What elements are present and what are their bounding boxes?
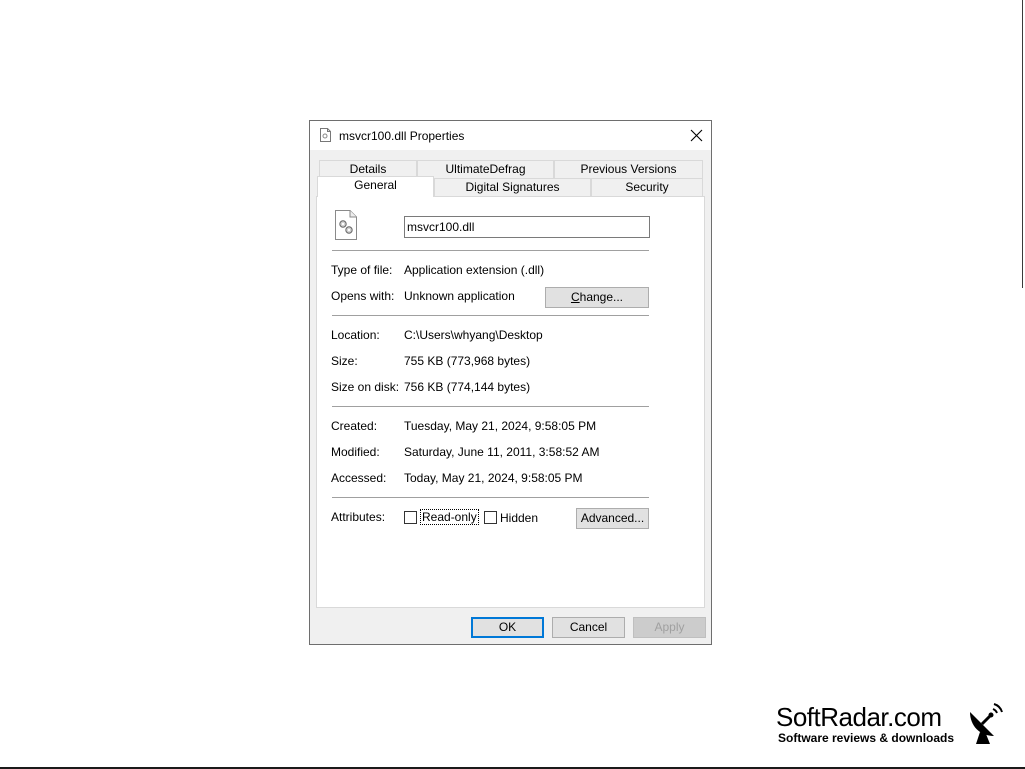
size-label: Size: [331,354,358,368]
ok-button[interactable]: OK [471,617,544,638]
dll-file-icon [320,128,331,142]
separator [332,250,649,251]
dll-settings-icon [335,210,357,240]
attributes-label: Attributes: [331,510,386,524]
advanced-button[interactable]: Advanced... [576,508,649,529]
change-button-label: hange... [579,290,624,304]
cancel-button[interactable]: Cancel [552,617,625,638]
brand-name: SoftRadar.com [776,702,942,732]
readonly-checkbox[interactable] [404,511,417,524]
close-icon[interactable] [688,127,705,144]
tab-ultimatedefrag[interactable]: UltimateDefrag [417,160,554,178]
created-label: Created: [331,419,378,433]
tab-digital-signatures[interactable]: Digital Signatures [434,178,591,196]
title-bar[interactable]: msvcr100.dll Properties [310,121,711,150]
hidden-checkbox[interactable] [484,511,497,524]
type-of-file-value: Application extension (.dll) [404,263,545,277]
opens-with-label: Opens with: [331,289,395,303]
satellite-dish-icon [970,703,1003,744]
change-button[interactable]: Change... [545,287,649,308]
apply-button[interactable]: Apply [633,617,706,638]
created-value: Tuesday, May 21, 2024, 9:58:05 PM [404,419,597,433]
screen-edge-right [1022,0,1023,288]
file-name-input[interactable] [404,216,650,238]
separator [332,497,649,498]
size-on-disk-value: 756 KB (774,144 bytes) [404,380,531,394]
readonly-label[interactable]: Read-only [420,509,479,525]
location-label: Location: [331,328,380,342]
tab-previous-versions[interactable]: Previous Versions [554,160,703,178]
accessed-value: Today, May 21, 2024, 9:58:05 PM [404,471,583,485]
modified-value: Saturday, June 11, 2011, 3:58:52 AM [404,445,600,459]
accessed-label: Accessed: [331,471,387,485]
size-value: 755 KB (773,968 bytes) [404,354,531,368]
softradar-watermark: SoftRadar.com Software reviews & downloa… [776,702,1006,748]
general-tab-panel: Type of file: Application extension (.dl… [316,196,705,608]
type-of-file-label: Type of file: [331,263,393,277]
window-title: msvcr100.dll Properties [339,129,465,143]
properties-dialog: msvcr100.dll Properties Details Ultimate… [309,120,712,645]
hidden-label[interactable]: Hidden [500,511,538,525]
brand-tagline: Software reviews & downloads [778,731,955,745]
separator [332,406,649,407]
tab-general[interactable]: General [317,176,434,197]
size-on-disk-label: Size on disk: [331,380,400,394]
tab-security[interactable]: Security [591,178,703,196]
separator [332,315,649,316]
location-value: C:\Users\whyang\Desktop [404,328,543,342]
opens-with-value: Unknown application [404,289,515,303]
modified-label: Modified: [331,445,380,459]
